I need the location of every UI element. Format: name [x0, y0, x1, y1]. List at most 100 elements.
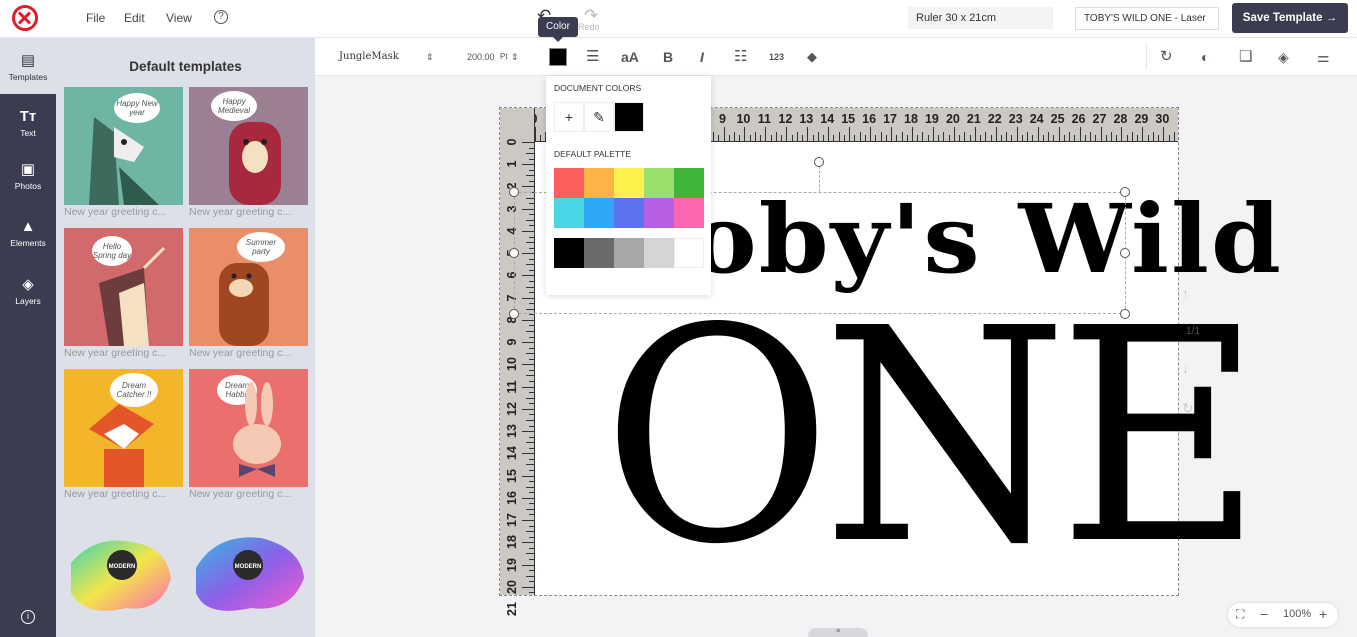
text-case-button[interactable]: aA [621, 38, 639, 76]
line-spacing-icon[interactable]: ☷ [734, 38, 747, 76]
settings-sliders-icon[interactable]: ⚌ [1317, 38, 1330, 76]
gray-swatch[interactable] [614, 238, 644, 268]
font-size-stepper-icon[interactable]: ⇕ [511, 38, 519, 76]
palette-swatch[interactable] [644, 198, 674, 228]
info-icon[interactable]: i [21, 610, 35, 624]
resize-handle-mr[interactable] [1120, 248, 1130, 258]
ruler-v-label: 0 [505, 138, 519, 146]
palette-swatch[interactable] [674, 168, 704, 198]
gray-swatch[interactable] [584, 238, 614, 268]
template-thumb-1[interactable]: Happy New year [64, 87, 183, 205]
ruler-tick [529, 314, 534, 316]
bear-illustration [229, 122, 281, 205]
fit-screen-icon[interactable]: ⛶ [1236, 607, 1244, 622]
canvas-text-line2[interactable]: ONE [602, 290, 1263, 585]
template-thumb-2[interactable]: Happy Medieval [189, 87, 308, 205]
font-size-input[interactable]: 200.00 [467, 38, 495, 76]
gray-swatch[interactable] [554, 238, 584, 268]
ruler-tick [791, 135, 793, 141]
menu-view[interactable]: View [166, 11, 192, 25]
nav-elements[interactable]: ▲ Elements [0, 218, 56, 248]
page-indicator: 1/1 [1186, 326, 1200, 337]
ruler-tick [535, 127, 536, 141]
eyedropper-icon[interactable]: ✎ [584, 102, 614, 132]
palette-swatch[interactable] [614, 198, 644, 228]
template-thumb-3[interactable]: Hello Spring day [64, 228, 183, 346]
palette-swatch[interactable] [674, 198, 704, 228]
layers-stack-icon[interactable]: ◈ [1278, 38, 1289, 76]
italic-button[interactable]: I [700, 38, 704, 76]
ruler-tick [990, 135, 992, 141]
ruler-tick [529, 470, 534, 471]
resize-handle-tl[interactable] [509, 187, 519, 197]
ruler-tick [781, 135, 783, 141]
ruler-tick [959, 135, 961, 141]
ruler-v-label: 9 [505, 338, 519, 346]
save-template-button[interactable]: Save Template → [1232, 3, 1348, 33]
align-center-icon[interactable]: ☰ [586, 38, 599, 76]
palette-swatch[interactable] [584, 168, 614, 198]
ruler-tick [953, 127, 955, 141]
text-color-swatch[interactable] [549, 48, 567, 66]
help-icon[interactable]: ? [214, 10, 228, 24]
menu-edit[interactable]: Edit [124, 11, 145, 25]
nav-photos[interactable]: ▣ Photos [0, 160, 56, 191]
document-color-swatch[interactable] [614, 102, 644, 132]
template-label-1: New year greeting c... [64, 206, 167, 218]
ruler-tick [529, 503, 534, 505]
menu-file[interactable]: File [86, 11, 105, 25]
ruler-tick [980, 135, 982, 141]
ruler-tick [739, 135, 741, 141]
ruler-tick [526, 331, 534, 333]
ruler-tick [932, 127, 934, 141]
ruler-tick [1090, 132, 1092, 141]
zoom-out-button[interactable]: − [1260, 606, 1268, 622]
template-title-field[interactable]: TOBY'S WILD ONE - Laser [1075, 7, 1219, 30]
rotate-icon[interactable]: ↻ [1160, 38, 1173, 76]
splash-templates[interactable]: MODERN MODERN [56, 523, 315, 623]
opacity-drop-icon[interactable]: ◐ [1201, 38, 1209, 76]
ruler-tick [522, 186, 534, 188]
top-bar: File Edit View ? ↶ ↷ Redo Ruler 30 x 21c… [0, 0, 1357, 38]
resize-handle-ml[interactable] [509, 248, 519, 258]
gray-swatch[interactable] [644, 238, 674, 268]
resize-handle-tr[interactable] [1120, 187, 1130, 197]
bold-button[interactable]: B [663, 38, 673, 76]
ruler-name-field[interactable]: Ruler 30 x 21cm [908, 7, 1053, 29]
font-select-chevron-icon[interactable]: ⇕ [426, 38, 434, 76]
shadow-icon[interactable]: ❑ [1239, 38, 1252, 76]
app-logo-icon[interactable] [12, 5, 38, 31]
font-select[interactable]: JungleMask [339, 38, 399, 76]
template-thumb-5[interactable]: Dream Catcher !! [64, 369, 183, 487]
refresh-page-icon[interactable]: ↻ [1182, 400, 1194, 417]
template-label-2: New year greeting c... [189, 206, 292, 218]
gray-swatch[interactable] [674, 238, 704, 268]
resize-handle-br[interactable] [1120, 309, 1130, 319]
nav-templates-label: Templates [8, 72, 48, 82]
nav-layers[interactable]: ◈ Layers [0, 275, 56, 306]
page-down-icon[interactable]: ↓ [1182, 360, 1189, 376]
rotate-handle[interactable] [814, 157, 824, 167]
palette-swatch[interactable] [554, 198, 584, 228]
color-tooltip: Color [538, 17, 578, 42]
bottom-drawer-handle[interactable]: ≡ [808, 628, 868, 637]
nav-text[interactable]: Tт Text [0, 108, 56, 138]
palette-swatch[interactable] [554, 168, 584, 198]
template-thumb-6[interactable]: Dream Habbit [189, 369, 308, 487]
ruler-v-label: 11 [505, 380, 519, 394]
add-color-button[interactable]: + [554, 102, 584, 132]
palette-swatch[interactable] [644, 168, 674, 198]
fill-bucket-icon[interactable]: ◆ [807, 38, 817, 76]
palette-swatch[interactable] [614, 168, 644, 198]
template-thumb-4[interactable]: Summer party [189, 228, 308, 346]
number-format-button[interactable]: 123 [769, 38, 784, 76]
ruler-tick [713, 132, 715, 141]
palette-swatch[interactable] [584, 198, 614, 228]
ruler-tick [1137, 135, 1139, 141]
nav-templates[interactable]: ▤ Templates [0, 38, 56, 94]
zoom-in-button[interactable]: + [1319, 606, 1327, 622]
page-up-icon[interactable]: ↑ [1182, 285, 1189, 301]
ruler-tick [522, 342, 534, 344]
ruler-tick [526, 553, 534, 555]
resize-handle-bl[interactable] [509, 309, 519, 319]
